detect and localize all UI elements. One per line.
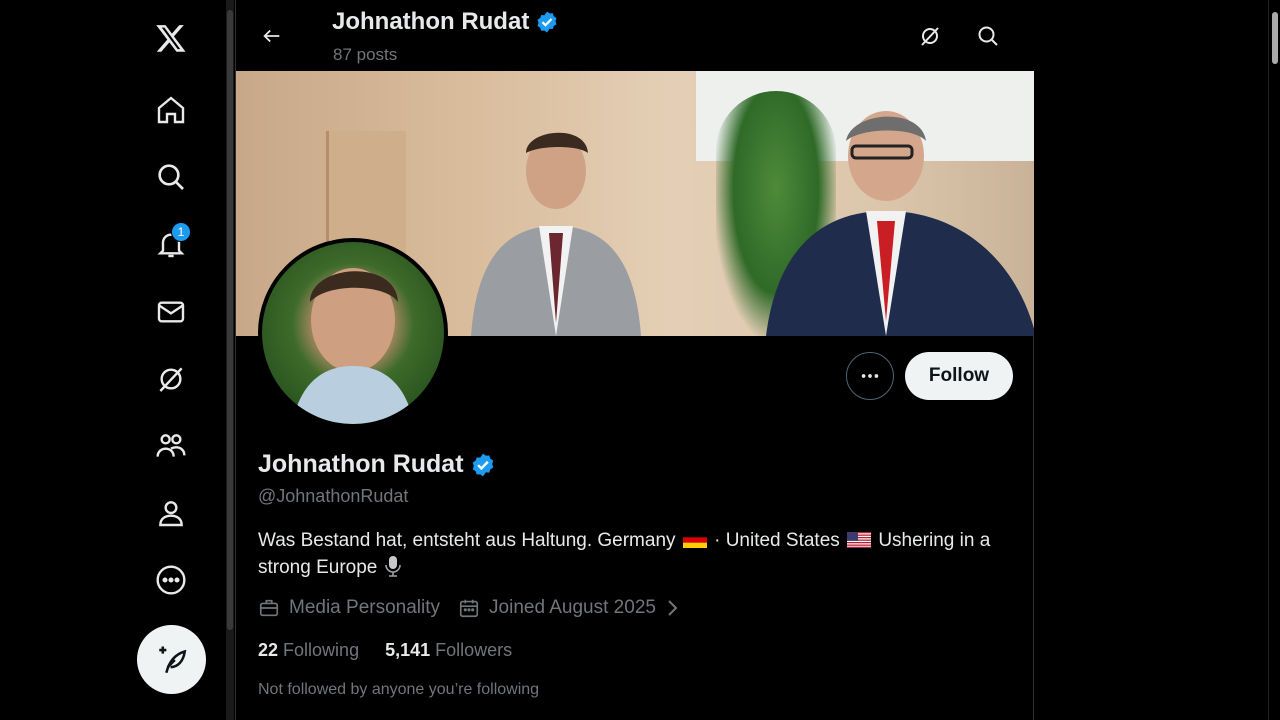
germany-flag-icon	[682, 532, 707, 548]
profile-header: Johnathon Rudat 87 posts	[236, 0, 1034, 71]
page-scrollbar[interactable]	[1268, 0, 1280, 720]
grok-icon	[921, 27, 939, 46]
grok-header-button[interactable]	[912, 18, 948, 54]
banner-person-left	[471, 132, 641, 336]
banner-person-right	[766, 111, 1034, 336]
home-icon[interactable]	[137, 82, 205, 138]
search-icon[interactable]	[137, 149, 205, 205]
header-title: Johnathon Rudat	[332, 8, 559, 36]
notification-badge: 1	[171, 222, 191, 242]
feather-plus-icon	[158, 646, 186, 673]
profile-meta: Media Personality Joined August 2025	[258, 597, 697, 619]
profile-avatar[interactable]	[258, 238, 448, 428]
post-count: 87 posts	[333, 45, 398, 64]
chevron-right-icon	[668, 600, 678, 616]
usa-flag-icon	[847, 532, 872, 548]
following-link[interactable]: 22 Following	[258, 640, 359, 661]
bio-text-2: · United States	[714, 530, 840, 551]
following-label: Following	[283, 640, 360, 660]
post-button[interactable]	[137, 625, 206, 694]
search-icon	[978, 26, 998, 46]
following-count: 22	[258, 640, 279, 660]
calendar-icon	[459, 599, 479, 618]
more-icon[interactable]	[137, 552, 205, 608]
x-logo-icon[interactable]	[137, 10, 205, 66]
profile-name: Johnathon Rudat	[258, 450, 464, 478]
mutual-followers-note: Not followed by anyone you’re following	[258, 681, 540, 698]
profile-icon[interactable]	[137, 485, 205, 541]
nav-scrollbar[interactable]	[226, 0, 234, 720]
microphone-icon	[384, 556, 401, 577]
joined-date[interactable]: Joined August 2025	[458, 597, 679, 619]
profile-name-row: Johnathon Rudat	[258, 450, 496, 479]
profile-handle: @JohnathonRudat	[258, 486, 409, 506]
notifications-icon[interactable]	[137, 216, 205, 272]
ellipsis-icon	[861, 374, 879, 378]
joined-label: Joined August 2025	[489, 597, 656, 618]
back-button[interactable]	[254, 18, 290, 54]
arrow-left-icon	[263, 29, 280, 43]
bio-text-1: Was Bestand hat, entsteht aus Haltung. G…	[258, 530, 676, 551]
verified-badge-icon[interactable]	[470, 452, 496, 478]
follow-button[interactable]: Follow	[905, 352, 1013, 400]
more-actions-button[interactable]	[846, 352, 894, 400]
messages-icon[interactable]	[137, 284, 205, 340]
followers-count: 5,141	[385, 640, 431, 660]
profile-category: Media Personality	[258, 597, 440, 619]
briefcase-icon	[259, 599, 279, 617]
profile-bio: Was Bestand hat, entsteht aus Haltung. G…	[258, 527, 1018, 581]
communities-icon[interactable]	[137, 418, 205, 474]
header-name: Johnathon Rudat	[332, 8, 530, 35]
left-nav: 1	[0, 0, 226, 720]
profile-column: Johnathon Rudat 87 posts Follow Johnatho…	[235, 0, 1034, 720]
grok-icon[interactable]	[137, 351, 205, 407]
category-label: Media Personality	[289, 597, 441, 618]
search-header-button[interactable]	[970, 18, 1006, 54]
follow-counts: 22 Following 5,141 Followers	[258, 640, 538, 661]
followers-link[interactable]: 5,141 Followers	[385, 640, 512, 661]
verified-badge-icon	[537, 11, 557, 33]
avatar-portrait	[292, 268, 414, 424]
followers-label: Followers	[435, 640, 513, 660]
